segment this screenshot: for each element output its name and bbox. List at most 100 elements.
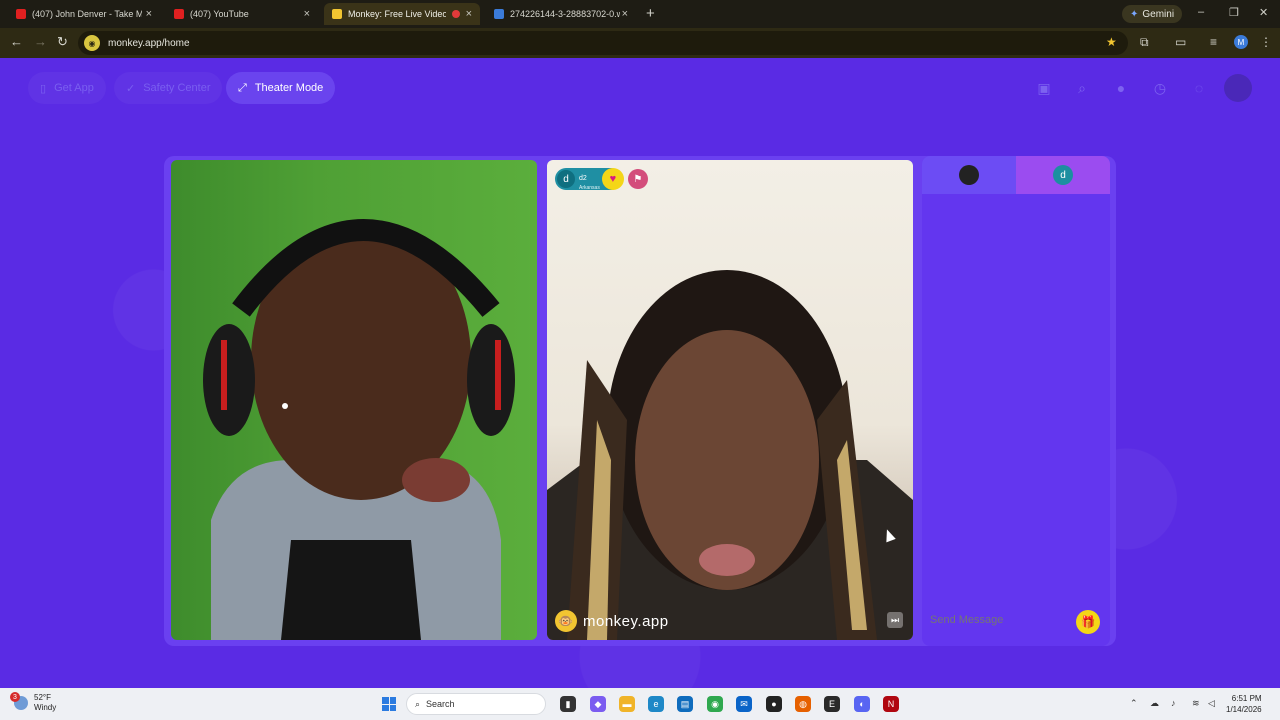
search-label: Search: [426, 699, 455, 709]
media-control-icon[interactable]: ≡: [1210, 35, 1217, 49]
system-clock[interactable]: 6:51 PM 1/14/2026: [1226, 693, 1262, 715]
store-icon[interactable]: ▣: [1034, 78, 1054, 98]
remote-video: d d2 Arkansas ♥ ⚑ 🐵 monkey.app ⏭: [547, 160, 913, 640]
task-view-icon[interactable]: ▮: [560, 696, 576, 712]
browser-tab[interactable]: 274226144-3-28883702-0.web ×: [486, 3, 636, 25]
monkey-page: ▯ Get App ✓ Safety Center ⤢ Theater Mode…: [0, 58, 1280, 688]
monkey-favicon-icon: [332, 9, 342, 19]
close-icon[interactable]: ×: [466, 8, 472, 20]
close-window-icon[interactable]: ✕: [1259, 6, 1268, 19]
chevron-up-icon[interactable]: ⌃: [1130, 698, 1138, 709]
outlook-icon[interactable]: ✉: [736, 696, 752, 712]
chrome-icon[interactable]: ◉: [707, 696, 723, 712]
forward-icon[interactable]: →: [34, 34, 47, 49]
get-app-label: Get App: [54, 82, 94, 94]
search-icon[interactable]: ⌕: [1072, 78, 1092, 98]
get-app-button[interactable]: ▯ Get App: [28, 72, 106, 104]
remote-user-pill[interactable]: d d2 Arkansas ♥: [555, 167, 624, 191]
wifi-icon[interactable]: ≋: [1192, 698, 1200, 709]
url-text: monkey.app/home: [108, 37, 190, 49]
remote-user-avatar: d: [557, 170, 575, 188]
phone-icon: ▯: [40, 82, 47, 95]
windows-taskbar: 3 52°F Windy ⌕ Search ▮ ◆ ▬ e ▤ ◉ ✉ ● ◍ …: [0, 688, 1280, 720]
restore-icon[interactable]: ❐: [1229, 6, 1239, 19]
send-message-input[interactable]: [930, 614, 1050, 626]
back-icon[interactable]: ←: [10, 34, 23, 49]
firefox-icon[interactable]: ◍: [795, 696, 811, 712]
more-menu-icon[interactable]: ⋮: [1260, 35, 1272, 49]
tab-title: (407) John Denver - Take Me H: [32, 9, 142, 19]
onedrive-icon[interactable]: ☁: [1150, 698, 1159, 709]
clock-time: 6:51 PM: [1231, 694, 1262, 703]
cast-icon[interactable]: ▭: [1175, 35, 1186, 49]
address-bar[interactable]: ◉ monkey.app/home: [78, 31, 1128, 55]
gift-icon[interactable]: 🎁: [1076, 610, 1100, 634]
remote-user-badge[interactable]: d d2 Arkansas ♥ ⚑: [555, 167, 648, 191]
chat-tab-local[interactable]: [922, 156, 1016, 194]
remote-user-info: d2 Arkansas: [579, 167, 600, 191]
windows-start-icon[interactable]: [382, 697, 396, 711]
photos-icon[interactable]: ▤: [677, 696, 693, 712]
monkey-logo-icon: 🐵: [555, 610, 577, 632]
close-icon[interactable]: ×: [146, 8, 152, 20]
heart-icon[interactable]: ♥: [601, 168, 624, 190]
weather-text: 52°F Windy: [34, 693, 56, 713]
netflix-icon[interactable]: N: [883, 696, 899, 712]
chat-tab-remote[interactable]: d: [1016, 156, 1110, 194]
site-info-icon[interactable]: ◉: [84, 35, 100, 51]
friends-icon[interactable]: ●: [1111, 78, 1131, 98]
theater-mode-label: Theater Mode: [254, 82, 324, 94]
weather-widget[interactable]: 3 52°F Windy: [10, 692, 56, 713]
gemini-label: Gemini: [1142, 8, 1175, 20]
user-avatar[interactable]: [1224, 74, 1252, 102]
recording-icon: [451, 10, 460, 18]
remote-video-feed: [547, 270, 913, 640]
image-file-icon: [494, 9, 504, 19]
microphone-icon[interactable]: ♪: [1171, 698, 1176, 708]
epic-games-icon[interactable]: E: [824, 696, 840, 712]
report-icon[interactable]: ⚑: [627, 169, 648, 189]
weather-icon: 3: [10, 692, 28, 710]
tab-title: Monkey: Free Live Video Ch: [348, 9, 446, 19]
weather-desc: Windy: [34, 703, 57, 712]
safety-center-label: Safety Center: [143, 82, 211, 94]
discord-icon[interactable]: ◐: [854, 696, 870, 712]
browser-tab[interactable]: (407) YouTube ×: [166, 3, 318, 25]
file-explorer-icon[interactable]: ▬: [619, 696, 635, 712]
taskbar-search[interactable]: ⌕ Search: [406, 693, 546, 715]
clock-date: 1/14/2026: [1226, 705, 1262, 714]
gemini-button[interactable]: ✦ Gemini: [1122, 5, 1183, 23]
close-icon[interactable]: ×: [304, 8, 310, 20]
edge-icon[interactable]: e: [648, 696, 664, 712]
chat-panel: d 🎁: [922, 156, 1110, 646]
shield-check-icon: ✓: [126, 82, 136, 95]
chat-icon[interactable]: ◌: [1189, 78, 1209, 98]
local-user-avatar: [959, 165, 979, 185]
youtube-icon: [16, 9, 26, 19]
local-video-feed: [203, 219, 515, 640]
monkey-watermark: 🐵 monkey.app: [555, 610, 669, 632]
close-icon[interactable]: ×: [622, 8, 628, 20]
browser-tab-active[interactable]: Monkey: Free Live Video Ch ×: [324, 3, 480, 25]
remote-user-location: Arkansas: [579, 185, 600, 191]
extensions-icon[interactable]: ⧉: [1140, 35, 1149, 50]
browser-tab[interactable]: (407) John Denver - Take Me H ×: [8, 3, 160, 25]
expand-icon: ⤢: [238, 81, 247, 94]
skip-next-icon[interactable]: ⏭: [887, 612, 903, 628]
volume-icon[interactable]: ◁: [1208, 698, 1215, 709]
search-icon: ⌕: [415, 698, 421, 709]
new-tab-button[interactable]: +: [646, 5, 655, 22]
sparkle-icon: ✦: [1130, 8, 1139, 20]
safety-center-button[interactable]: ✓ Safety Center: [114, 72, 223, 104]
copilot-icon[interactable]: ◆: [590, 696, 606, 712]
theater-mode-button[interactable]: ⤢ Theater Mode: [226, 72, 336, 104]
minimize-icon[interactable]: –: [1198, 6, 1204, 18]
chat-tabs: d: [922, 156, 1110, 194]
history-icon[interactable]: ◷: [1150, 78, 1170, 98]
bookmark-star-icon[interactable]: ★: [1106, 35, 1117, 49]
reload-icon[interactable]: ↻: [57, 34, 68, 50]
profile-avatar[interactable]: M: [1234, 35, 1248, 49]
app-icon[interactable]: ●: [766, 696, 782, 712]
remote-user-chat-avatar: d: [1053, 165, 1073, 185]
local-video: [171, 160, 537, 640]
